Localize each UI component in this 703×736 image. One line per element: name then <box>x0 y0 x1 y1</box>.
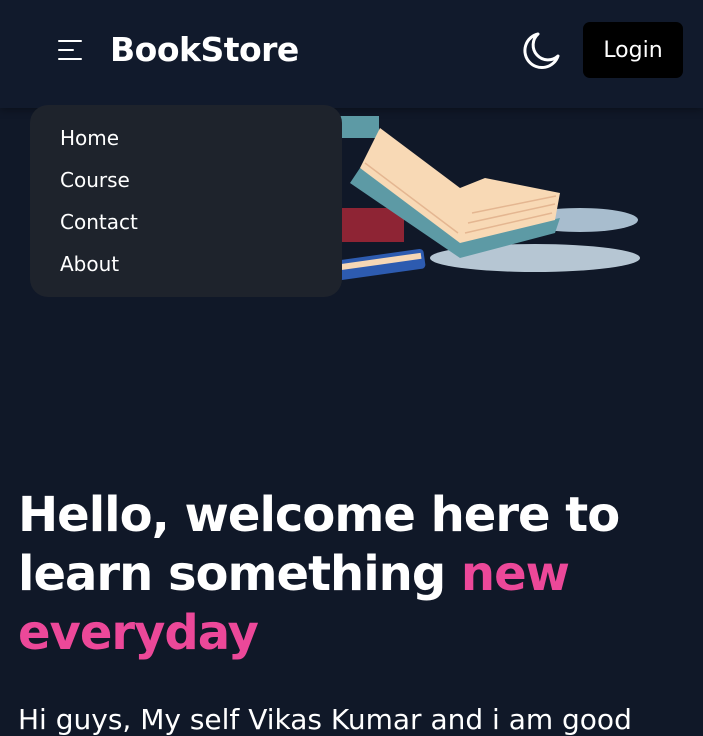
menu-item-course[interactable]: Course <box>30 165 342 207</box>
hero-headline: Hello, welcome here to learn something n… <box>18 486 698 663</box>
login-button[interactable]: Login <box>583 22 683 78</box>
navbar: BookStore Login <box>0 0 703 108</box>
menu-item-home[interactable]: Home <box>30 123 342 165</box>
moon-icon[interactable] <box>518 28 564 74</box>
books-illustration <box>329 116 640 281</box>
brand-logo[interactable]: BookStore <box>110 30 299 69</box>
hamburger-icon[interactable] <box>58 40 82 60</box>
dropdown-menu: Home Course Contact About <box>30 105 342 297</box>
hero-intro: Hi guys, My self Vikas Kumar and i am go… <box>18 703 632 736</box>
menu-item-about[interactable]: About <box>30 249 342 291</box>
menu-item-contact[interactable]: Contact <box>30 207 342 249</box>
